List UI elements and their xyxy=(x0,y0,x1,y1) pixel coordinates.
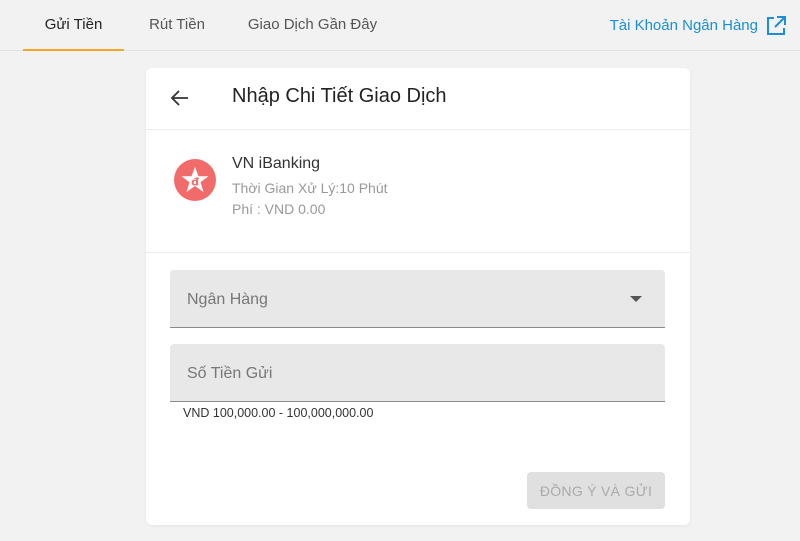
transaction-details-card: Nhập Chi Tiết Giao Dịch đ VN iBanking Th… xyxy=(146,68,690,525)
bank-select[interactable]: Ngân Hàng xyxy=(170,270,665,328)
bank-select-label: Ngân Hàng xyxy=(187,291,268,308)
tab-withdraw[interactable]: Rút Tiền xyxy=(136,0,218,51)
bank-account-link[interactable]: Tài Khoản Ngân Hàng xyxy=(610,0,786,51)
tab-recent-label: Giao Dịch Gần Đây xyxy=(247,16,378,33)
page-title: Nhập Chi Tiết Giao Dịch xyxy=(232,85,447,107)
deposit-amount-input[interactable] xyxy=(170,344,665,401)
top-navigation: Gửi Tiền Rút Tiền Giao Dịch Gần Đây Tài … xyxy=(0,0,800,51)
tab-deposit[interactable]: Gửi Tiền xyxy=(23,0,124,51)
deposit-amount-field[interactable]: Số Tiền Gửi xyxy=(170,344,665,402)
vn-ibanking-logo: đ xyxy=(174,159,216,201)
arrow-left-icon[interactable] xyxy=(168,86,192,110)
logo-symbol: đ xyxy=(191,176,199,189)
payment-method-name: VN iBanking xyxy=(232,155,321,172)
tab-recent-transactions[interactable]: Giao Dịch Gần Đây xyxy=(242,0,383,51)
external-link-icon xyxy=(767,15,786,35)
fee: Phí : VND 0.00 xyxy=(232,201,326,217)
card-header: Nhập Chi Tiết Giao Dịch xyxy=(146,68,690,130)
tab-deposit-label: Gửi Tiền xyxy=(44,16,103,33)
dropdown-caret-icon xyxy=(630,296,642,302)
agree-and-submit-button[interactable]: ĐỒNG Ý VÀ GỬI xyxy=(527,472,665,509)
payment-method-info: đ VN iBanking Thời Gian Xử Lý:10 Phút Ph… xyxy=(146,130,690,253)
bank-account-link-label: Tài Khoản Ngân Hàng xyxy=(609,17,758,34)
processing-time: Thời Gian Xử Lý:10 Phút xyxy=(232,180,388,196)
tab-withdraw-label: Rút Tiền xyxy=(149,16,205,33)
amount-range-helper: VND 100,000.00 - 100,000,000.00 xyxy=(183,406,374,420)
